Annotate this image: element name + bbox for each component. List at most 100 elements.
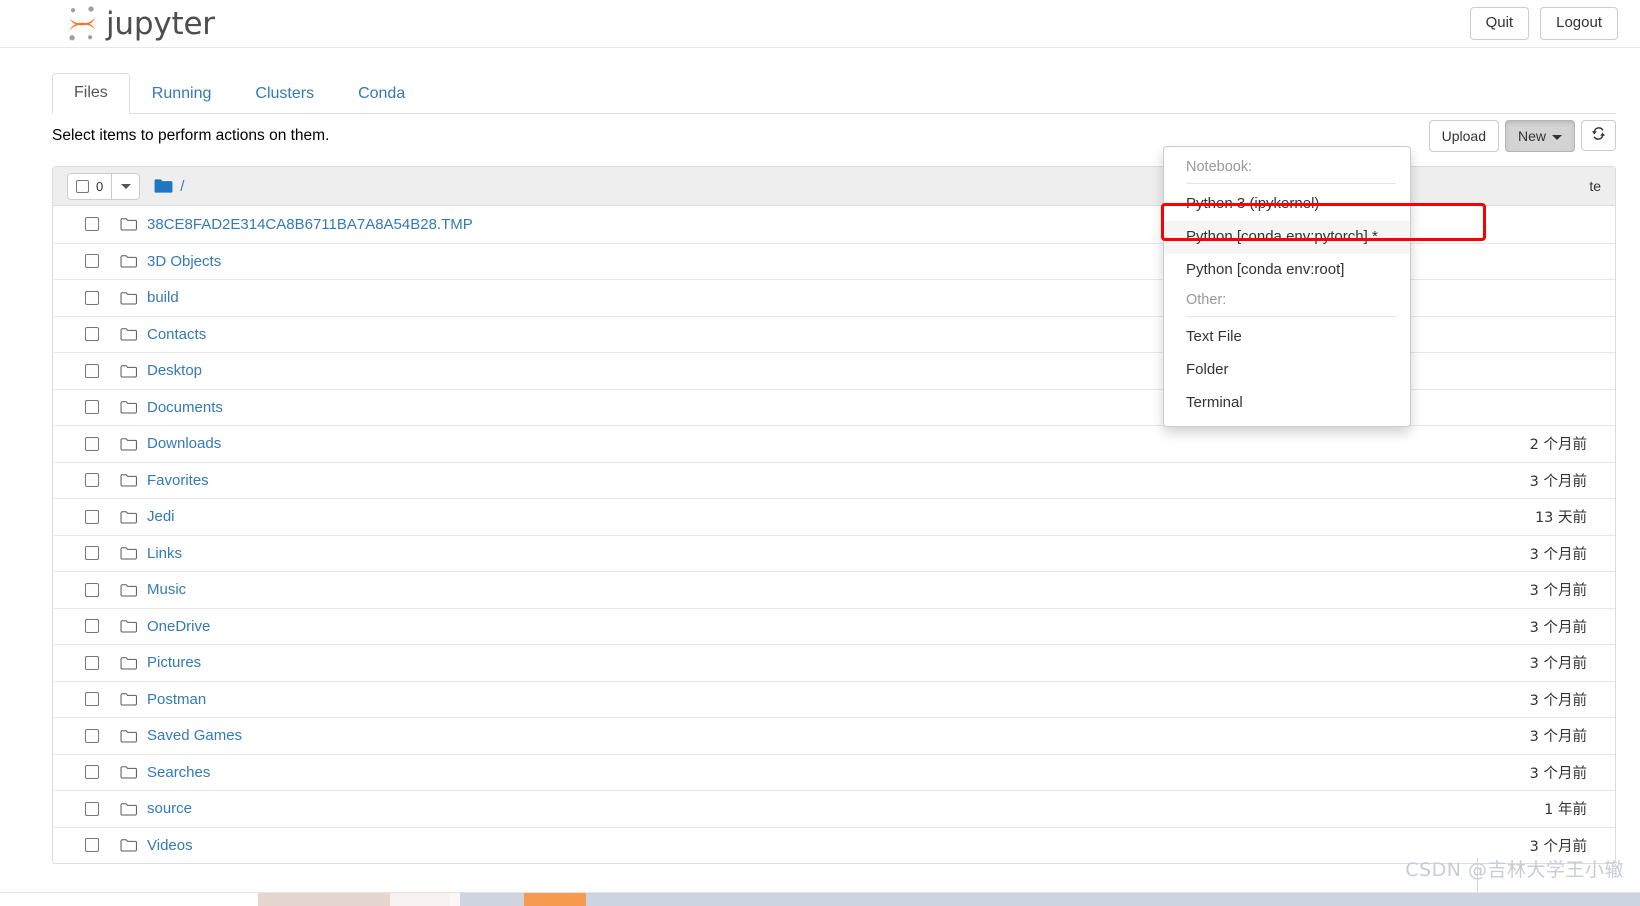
tab-clusters[interactable]: Clusters — [233, 74, 336, 114]
table-row[interactable]: Downloads 2 个月前 — [53, 425, 1615, 462]
table-row[interactable]: Videos 3 个月前 — [53, 826, 1615, 864]
file-name-link[interactable]: Jedi — [147, 508, 175, 525]
file-name-link[interactable]: Desktop — [147, 362, 202, 379]
folder-outline-icon — [120, 327, 137, 341]
menu-item-terminal[interactable]: Terminal — [1164, 387, 1410, 420]
file-name-link[interactable]: 38CE8FAD2E314CA8B6711BA7A8A54B28.TMP — [147, 216, 473, 233]
row-checkbox[interactable] — [85, 582, 99, 597]
table-row[interactable]: Music 3 个月前 — [53, 571, 1615, 608]
menu-item-python3-ipykernel[interactable]: Python 3 (ipykernel) — [1164, 188, 1410, 221]
row-checkbox[interactable] — [85, 619, 99, 634]
folder-outline-icon — [120, 291, 137, 305]
file-name-link[interactable]: Pictures — [147, 654, 201, 671]
row-checkbox[interactable] — [85, 765, 99, 780]
row-checkbox[interactable] — [85, 509, 99, 524]
bulk-actions-dropdown-button[interactable] — [112, 172, 141, 200]
select-all-checkbox[interactable] — [76, 179, 89, 193]
refresh-icon — [1591, 127, 1606, 144]
jupyter-logo-icon — [64, 4, 102, 44]
menu-item-folder[interactable]: Folder — [1164, 354, 1410, 387]
table-row[interactable]: Links 3 个月前 — [53, 534, 1615, 572]
file-name-link[interactable]: OneDrive — [147, 618, 210, 635]
quit-button[interactable]: Quit — [1469, 7, 1530, 40]
header-button-group: Quit Logout — [1469, 7, 1618, 40]
row-checkbox[interactable] — [85, 692, 99, 707]
file-name-link[interactable]: Documents — [147, 399, 223, 416]
menu-divider — [1186, 183, 1396, 184]
file-modified-date: 3 个月前 — [1529, 838, 1587, 855]
file-modified-date: 3 个月前 — [1529, 583, 1587, 600]
folder-outline-icon — [120, 656, 137, 670]
file-name-link[interactable]: Links — [147, 545, 182, 562]
row-checkbox[interactable] — [85, 254, 99, 269]
file-name-link[interactable]: Favorites — [147, 472, 209, 489]
folder-outline-icon — [120, 217, 137, 231]
strip-segment — [390, 893, 450, 906]
table-row[interactable]: Pictures 3 个月前 — [53, 644, 1615, 681]
row-checkbox[interactable] — [85, 400, 99, 415]
row-checkbox[interactable] — [85, 728, 99, 743]
notebook-section-label: Notebook: — [1186, 159, 1253, 175]
select-all-checkbox-button[interactable]: 0 — [67, 172, 113, 200]
file-modified-date: 2 个月前 — [1529, 437, 1587, 454]
other-section-label: Other: — [1186, 292, 1227, 309]
row-checkbox[interactable] — [85, 838, 99, 853]
tab-conda[interactable]: Conda — [336, 74, 427, 114]
row-checkbox[interactable] — [85, 363, 99, 378]
row-checkbox[interactable] — [85, 217, 99, 232]
menu-item-text-file[interactable]: Text File — [1164, 321, 1410, 354]
strip-segment — [0, 893, 258, 906]
new-button[interactable]: New — [1504, 120, 1575, 153]
folder-outline-icon — [120, 510, 137, 524]
file-name-link[interactable]: source — [147, 800, 192, 817]
table-row[interactable]: OneDrive 3 个月前 — [53, 607, 1615, 645]
folder-outline-icon — [120, 729, 137, 743]
table-row[interactable]: Postman 3 个月前 — [53, 680, 1615, 718]
table-row[interactable]: Searches 3 个月前 — [53, 753, 1615, 791]
file-name-link[interactable]: Postman — [147, 691, 206, 708]
file-modified-date: 3 个月前 — [1529, 729, 1587, 746]
file-name-link[interactable]: Music — [147, 581, 186, 598]
file-name-link[interactable]: 3D Objects — [147, 253, 221, 270]
menu-item-python-conda-pytorch[interactable]: Python [conda env:pytorch] * — [1164, 220, 1410, 254]
table-row[interactable]: Jedi 13 天前 — [53, 498, 1615, 535]
row-checkbox[interactable] — [85, 327, 99, 342]
file-name-link[interactable]: Searches — [147, 764, 210, 781]
row-checkbox[interactable] — [85, 546, 99, 561]
file-name-link[interactable]: Downloads — [147, 435, 221, 452]
row-checkbox[interactable] — [85, 801, 99, 816]
menu-item-python-conda-root[interactable]: Python [conda env:root] — [1164, 254, 1410, 287]
strip-segment — [460, 893, 524, 906]
folder-outline-icon — [120, 583, 137, 597]
file-list-header-right-label: te — [1589, 178, 1601, 194]
upload-button[interactable]: Upload — [1428, 120, 1499, 153]
row-checkbox[interactable] — [85, 655, 99, 670]
folder-outline-icon — [120, 254, 137, 268]
strip-segment — [450, 893, 460, 906]
file-modified-date: 3 个月前 — [1529, 692, 1587, 709]
refresh-button[interactable] — [1581, 120, 1616, 152]
strip-segment — [586, 893, 1640, 906]
bottom-taskbar-strip — [0, 892, 1640, 906]
row-checkbox[interactable] — [85, 473, 99, 488]
select-items-message: Select items to perform actions on them. — [52, 127, 330, 144]
table-row[interactable]: Favorites 3 个月前 — [53, 461, 1615, 499]
folder-outline-icon — [120, 546, 137, 560]
folder-outline-icon — [120, 692, 137, 706]
file-name-link[interactable]: Contacts — [147, 326, 206, 343]
tab-files[interactable]: Files — [52, 73, 130, 114]
jupyter-brand[interactable]: jupyter — [64, 2, 215, 46]
row-checkbox[interactable] — [85, 436, 99, 451]
breadcrumb-root[interactable]: / — [180, 178, 184, 195]
strip-segment — [258, 893, 390, 906]
table-row[interactable]: Saved Games 3 个月前 — [53, 717, 1615, 754]
tab-running[interactable]: Running — [130, 74, 234, 114]
folder-outline-icon — [120, 437, 137, 451]
file-name-link[interactable]: Saved Games — [147, 727, 242, 744]
file-name-link[interactable]: Videos — [147, 837, 193, 854]
row-checkbox[interactable] — [85, 290, 99, 305]
logout-button[interactable]: Logout — [1540, 7, 1618, 40]
chevron-down-icon — [120, 183, 131, 189]
file-name-link[interactable]: build — [147, 289, 179, 306]
table-row[interactable]: source 1 年前 — [53, 790, 1615, 827]
